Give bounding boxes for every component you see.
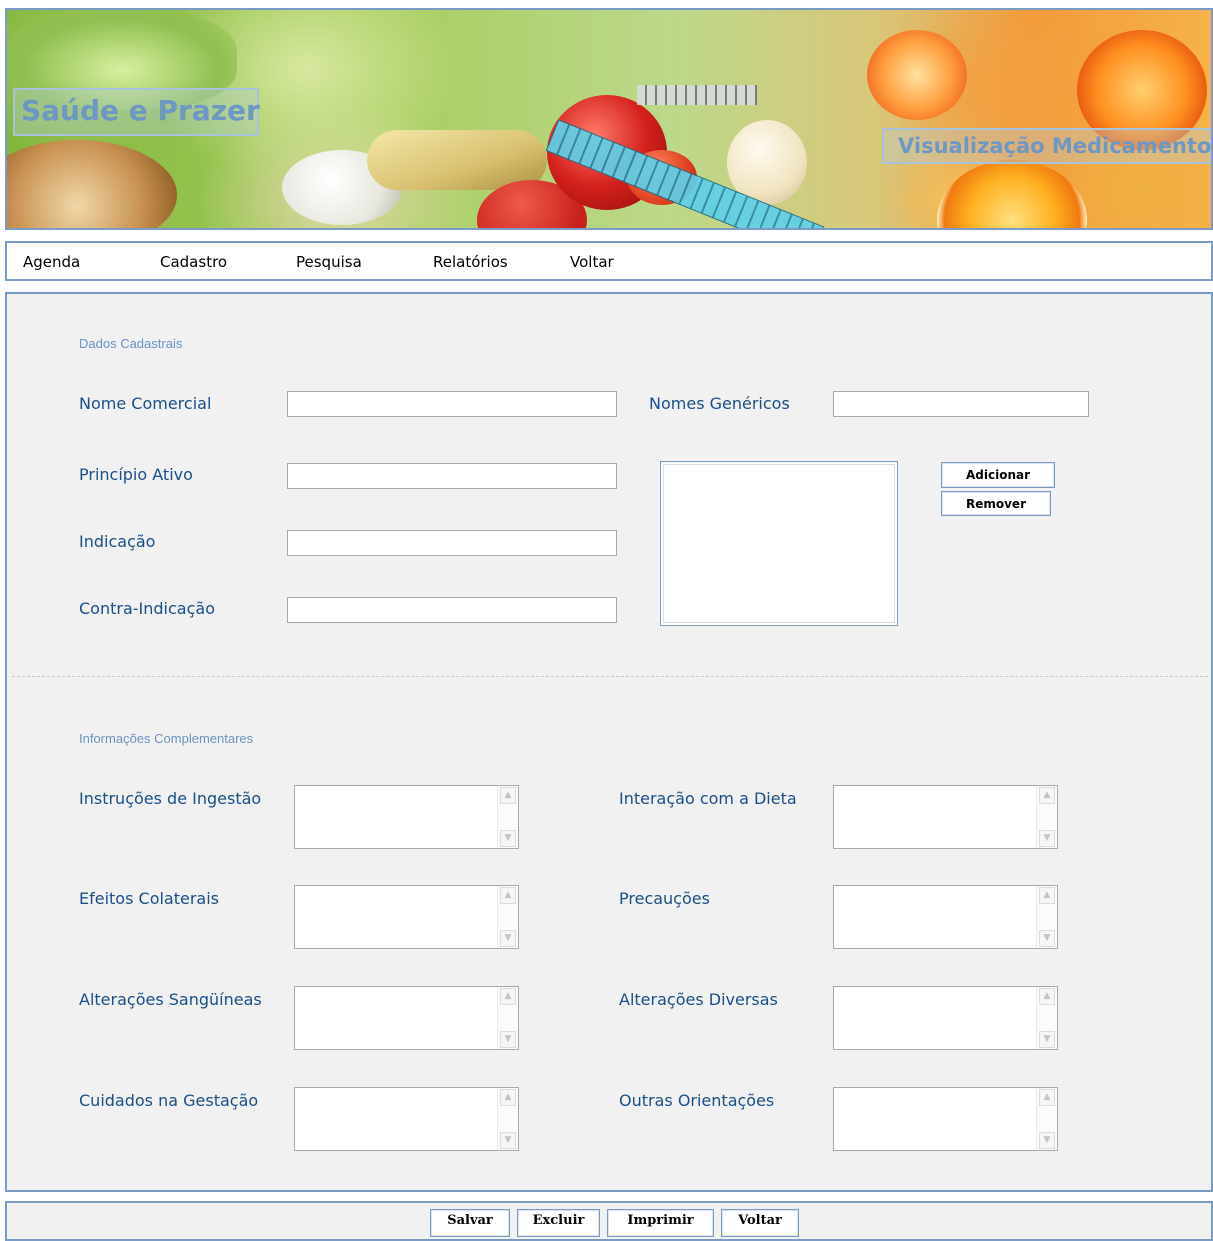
section-title-informacoes-complementares: Informações Complementares — [79, 731, 254, 746]
nav-item-cadastro[interactable]: Cadastro — [160, 253, 227, 271]
scroll-up-icon[interactable]: ▲ — [1039, 988, 1055, 1005]
scroll-down-icon[interactable]: ▼ — [500, 1031, 516, 1048]
remover-button[interactable]: Remover — [941, 491, 1051, 516]
voltar-button[interactable]: Voltar — [721, 1209, 799, 1237]
orange-slice-image — [937, 160, 1087, 228]
nome-comercial-label: Nome Comercial — [79, 394, 212, 413]
efeitos-colaterais-textarea[interactable]: ▲ ▼ — [294, 885, 519, 949]
precaucoes-textarea[interactable]: ▲ ▼ — [833, 885, 1058, 949]
excluir-button[interactable]: Excluir — [517, 1209, 600, 1237]
scroll-up-icon[interactable]: ▲ — [500, 1089, 516, 1106]
nomes-genericos-input[interactable] — [833, 391, 1089, 417]
contra-indicacao-input[interactable] — [287, 597, 617, 623]
scroll-down-icon[interactable]: ▼ — [500, 830, 516, 847]
scrollbar[interactable]: ▲ ▼ — [497, 786, 518, 848]
form-panel: Dados Cadastrais Nome Comercial Nomes Ge… — [5, 292, 1213, 1192]
imprimir-button[interactable]: Imprimir — [607, 1209, 714, 1237]
scrollbar[interactable]: ▲ ▼ — [1036, 1088, 1057, 1150]
principio-ativo-input[interactable] — [287, 463, 617, 489]
scroll-down-icon[interactable]: ▼ — [1039, 1031, 1055, 1048]
section-divider — [12, 676, 1208, 677]
nut-image — [7, 140, 177, 228]
measuring-tape-image — [637, 85, 757, 105]
indicacao-input[interactable] — [287, 530, 617, 556]
alteracoes-sanguineas-label: Alterações Sangüíneas — [79, 990, 262, 1009]
nav-item-pesquisa[interactable]: Pesquisa — [296, 253, 362, 271]
scroll-up-icon[interactable]: ▲ — [500, 787, 516, 804]
scrollbar[interactable]: ▲ ▼ — [497, 1088, 518, 1150]
cuidados-gestacao-label: Cuidados na Gestação — [79, 1091, 259, 1110]
outras-orientacoes-label: Outras Orientações — [619, 1091, 775, 1110]
indicacao-label: Indicação — [79, 532, 156, 551]
header-banner: Saúde e Prazer Visualização Medicamentos — [5, 8, 1213, 230]
interacao-dieta-textarea[interactable]: ▲ ▼ — [833, 785, 1058, 849]
nomes-genericos-list[interactable] — [660, 461, 898, 626]
scrollbar[interactable]: ▲ ▼ — [1036, 886, 1057, 948]
efeitos-colaterais-label: Efeitos Colaterais — [79, 889, 220, 908]
scroll-down-icon[interactable]: ▼ — [1039, 930, 1055, 947]
contra-indicacao-label: Contra-Indicação — [79, 599, 215, 618]
scroll-up-icon[interactable]: ▲ — [1039, 887, 1055, 904]
principio-ativo-label: Princípio Ativo — [79, 465, 193, 484]
precaucoes-label: Precauções — [619, 889, 710, 908]
scroll-up-icon[interactable]: ▲ — [500, 988, 516, 1005]
nav-item-voltar[interactable]: Voltar — [570, 253, 614, 271]
scroll-up-icon[interactable]: ▲ — [1039, 787, 1055, 804]
page-heading: Visualização Medicamentos — [882, 128, 1211, 164]
cuidados-gestacao-textarea[interactable]: ▲ ▼ — [294, 1087, 519, 1151]
site-title: Saúde e Prazer — [13, 88, 260, 136]
nomes-genericos-label: Nomes Genéricos — [649, 394, 790, 413]
nav-item-relatorios[interactable]: Relatórios — [433, 253, 508, 271]
section-title-dados-cadastrais: Dados Cadastrais — [79, 336, 183, 351]
adicionar-button[interactable]: Adicionar — [941, 462, 1055, 488]
alteracoes-diversas-textarea[interactable]: ▲ ▼ — [833, 986, 1058, 1050]
scrollbar[interactable]: ▲ ▼ — [1036, 987, 1057, 1049]
scroll-down-icon[interactable]: ▼ — [500, 930, 516, 947]
outras-orientacoes-textarea[interactable]: ▲ ▼ — [833, 1087, 1058, 1151]
instrucoes-ingestao-textarea[interactable]: ▲ ▼ — [294, 785, 519, 849]
alteracoes-diversas-label: Alterações Diversas — [619, 990, 778, 1009]
salvar-button[interactable]: Salvar — [430, 1209, 510, 1237]
action-bar: Salvar Excluir Imprimir Voltar — [5, 1201, 1213, 1241]
alteracoes-sanguineas-textarea[interactable]: ▲ ▼ — [294, 986, 519, 1050]
scroll-up-icon[interactable]: ▲ — [1039, 1089, 1055, 1106]
nome-comercial-input[interactable] — [287, 391, 617, 417]
scroll-up-icon[interactable]: ▲ — [500, 887, 516, 904]
scrollbar[interactable]: ▲ ▼ — [497, 987, 518, 1049]
scrollbar[interactable]: ▲ ▼ — [1036, 786, 1057, 848]
instrucoes-ingestao-label: Instruções de Ingestão — [79, 789, 262, 808]
scrollbar[interactable]: ▲ ▼ — [497, 886, 518, 948]
orange-slice-image — [867, 30, 967, 120]
nav-item-agenda[interactable]: Agenda — [23, 253, 80, 271]
scroll-down-icon[interactable]: ▼ — [1039, 1132, 1055, 1149]
top-nav: Agenda Cadastro Pesquisa Relatórios Volt… — [5, 241, 1213, 281]
scroll-down-icon[interactable]: ▼ — [500, 1132, 516, 1149]
scroll-down-icon[interactable]: ▼ — [1039, 830, 1055, 847]
interacao-dieta-label: Interação com a Dieta — [619, 789, 797, 808]
